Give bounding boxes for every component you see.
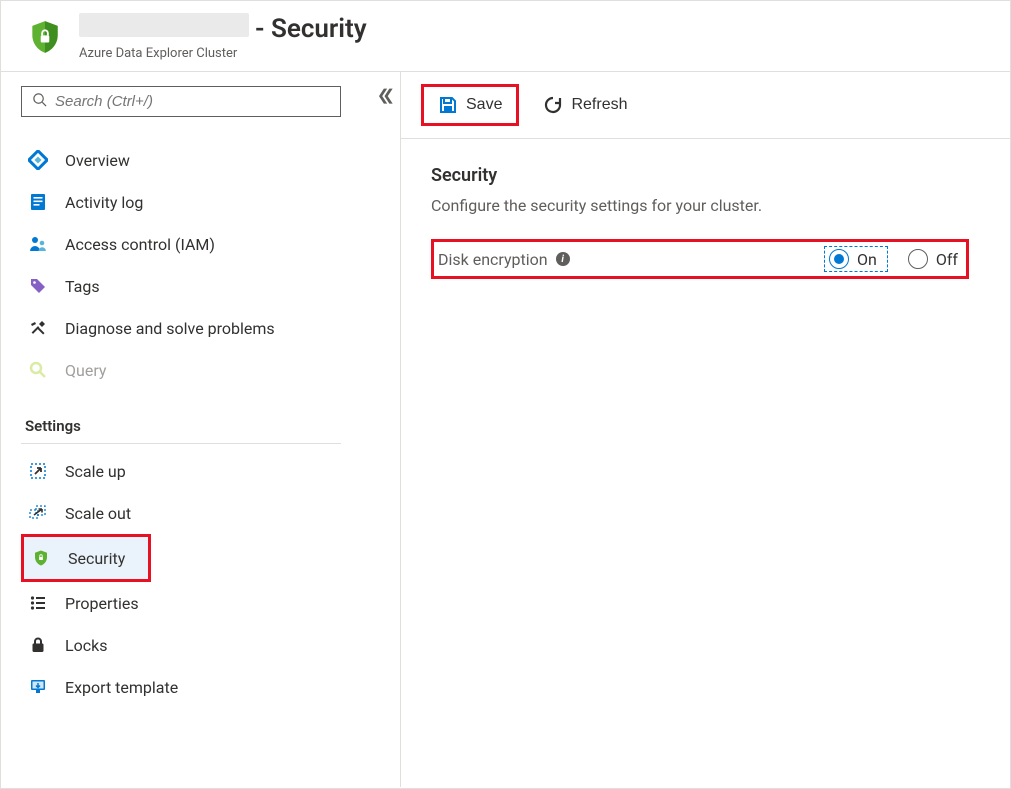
resource-type-label: Azure Data Explorer Cluster — [79, 46, 367, 61]
search-icon — [32, 92, 47, 111]
properties-icon — [27, 592, 49, 614]
sidebar-item-export-template[interactable]: Export template — [21, 666, 380, 708]
radio-label: On — [857, 250, 877, 269]
lock-icon — [27, 634, 49, 656]
shield-icon — [25, 17, 65, 57]
highlight-disk-encryption-row: Disk encryption i On Off — [431, 239, 969, 279]
save-icon — [438, 95, 458, 115]
collapse-sidebar-icon[interactable]: ❮❮ — [377, 86, 388, 104]
sidebar-item-overview[interactable]: Overview — [21, 139, 380, 181]
radio-circle-icon — [829, 249, 849, 269]
sidebar-item-label: Properties — [65, 594, 139, 613]
radio-option-on[interactable]: On — [824, 246, 888, 272]
highlight-security-nav: Security — [21, 534, 151, 582]
content-heading: Security — [431, 165, 980, 186]
sidebar-item-scale-out[interactable]: Scale out — [21, 492, 380, 534]
sidebar-item-label: Security — [68, 549, 125, 568]
scale-up-icon — [27, 460, 49, 482]
highlight-save-button: Save — [421, 84, 519, 126]
iam-icon — [27, 233, 49, 255]
refresh-button[interactable]: Refresh — [533, 89, 637, 121]
sidebar-item-label: Locks — [65, 636, 107, 655]
radio-label: Off — [936, 250, 958, 269]
disk-encryption-radio-group: On Off — [824, 246, 958, 272]
sidebar-item-locks[interactable]: Locks — [21, 624, 380, 666]
main-pane: Save Refresh Security Configure the secu… — [401, 72, 1010, 787]
activity-log-icon — [27, 191, 49, 213]
diagnose-icon — [27, 317, 49, 339]
scale-out-icon — [27, 502, 49, 524]
save-button[interactable]: Save — [428, 89, 512, 121]
sidebar-item-access-control[interactable]: Access control (IAM) — [21, 223, 380, 265]
resource-name-redacted — [79, 13, 249, 37]
sidebar-item-label: Scale out — [65, 504, 131, 523]
setting-label-text: Disk encryption — [438, 250, 548, 269]
sidebar-item-label: Access control (IAM) — [65, 235, 215, 254]
disk-encryption-setting: Disk encryption i On Off — [438, 246, 958, 272]
toolbar: Save Refresh — [401, 72, 1010, 139]
sidebar-search[interactable] — [21, 86, 341, 117]
sidebar-item-label: Tags — [65, 277, 100, 296]
query-icon — [27, 359, 49, 381]
sidebar-item-scale-up[interactable]: Scale up — [21, 450, 380, 492]
sidebar-item-query[interactable]: Query — [21, 349, 380, 391]
page-header: - Security Azure Data Explorer Cluster — [1, 1, 1010, 72]
sidebar-item-label: Overview — [65, 151, 130, 170]
sidebar-item-label: Query — [65, 361, 106, 380]
sidebar-item-label: Diagnose and solve problems — [65, 319, 275, 338]
sidebar-section-settings: Settings — [21, 391, 341, 444]
tag-icon — [27, 275, 49, 297]
shield-small-icon — [30, 547, 52, 569]
refresh-button-label: Refresh — [571, 96, 627, 114]
radio-circle-icon — [908, 249, 928, 269]
sidebar-item-label: Scale up — [65, 462, 126, 481]
overview-icon — [27, 149, 49, 171]
page-title-suffix: - Security — [255, 14, 367, 44]
sidebar-item-label: Export template — [65, 678, 178, 697]
sidebar-item-activity-log[interactable]: Activity log — [21, 181, 380, 223]
sidebar: ❮❮ Overview Activity log Access control … — [1, 72, 401, 787]
sidebar-item-properties[interactable]: Properties — [21, 582, 380, 624]
save-button-label: Save — [466, 96, 502, 114]
search-input[interactable] — [55, 93, 330, 110]
sidebar-item-tags[interactable]: Tags — [21, 265, 380, 307]
disk-encryption-label: Disk encryption i — [438, 250, 570, 269]
radio-option-off[interactable]: Off — [908, 249, 958, 269]
refresh-icon — [543, 95, 563, 115]
export-icon — [27, 676, 49, 698]
content-description: Configure the security settings for your… — [431, 196, 980, 215]
sidebar-item-security[interactable]: Security — [24, 537, 148, 579]
content-area: Security Configure the security settings… — [401, 139, 1010, 305]
sidebar-item-diagnose[interactable]: Diagnose and solve problems — [21, 307, 380, 349]
info-icon[interactable]: i — [556, 252, 570, 266]
sidebar-item-label: Activity log — [65, 193, 143, 212]
